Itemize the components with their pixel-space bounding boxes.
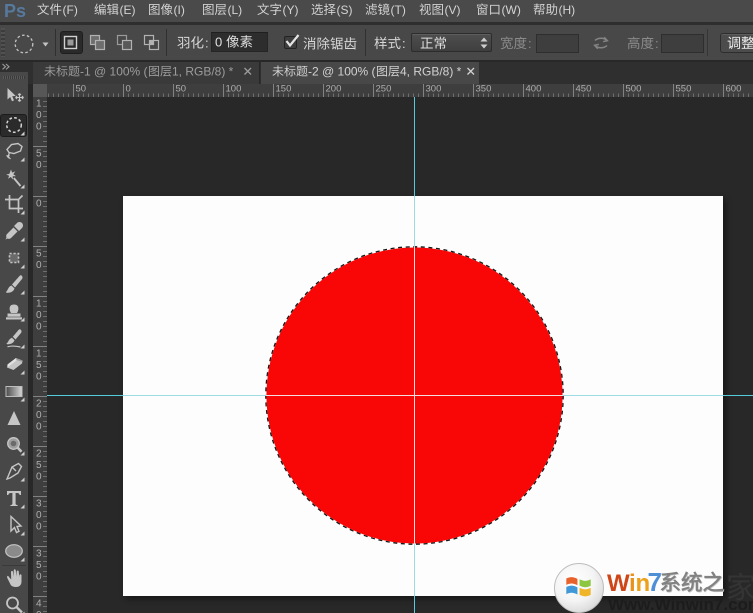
svg-text:350: 350 — [476, 84, 492, 95]
svg-text:1: 1 — [36, 299, 42, 310]
svg-text:250: 250 — [376, 84, 392, 95]
svg-text:5: 5 — [36, 460, 42, 471]
svg-text:4, RGB/8) *: 4, RGB/8) * — [400, 65, 462, 79]
svg-text:5: 5 — [36, 249, 42, 260]
svg-text:W: W — [607, 570, 630, 597]
svg-text::: : — [528, 36, 532, 51]
svg-text:3: 3 — [36, 549, 42, 560]
svg-text:0: 0 — [36, 122, 42, 133]
svg-text:2: 2 — [36, 449, 42, 460]
svg-text:4: 4 — [36, 599, 42, 610]
svg-text:0: 0 — [36, 422, 42, 433]
svg-text:500: 500 — [626, 84, 642, 95]
svg-text:0: 0 — [36, 572, 42, 583]
svg-text:600: 600 — [726, 84, 742, 95]
svg-text:(S): (S) — [337, 3, 353, 17]
svg-text:50: 50 — [76, 84, 87, 95]
svg-text:(I): (I) — [174, 3, 185, 17]
svg-text:300: 300 — [426, 84, 442, 95]
svg-text:0: 0 — [36, 372, 42, 383]
svg-text:100: 100 — [226, 84, 242, 95]
svg-text:1: 1 — [36, 99, 42, 110]
svg-text:550: 550 — [676, 84, 692, 95]
svg-text:-2 @ 100% (: -2 @ 100% ( — [308, 65, 376, 79]
svg-text:0: 0 — [36, 260, 42, 271]
svg-text:0: 0 — [126, 84, 131, 95]
svg-text:200: 200 — [326, 84, 342, 95]
svg-text:1, RGB/8) *: 1, RGB/8) * — [172, 65, 234, 79]
svg-text::: : — [205, 36, 209, 51]
svg-text:150: 150 — [276, 84, 292, 95]
svg-text:0: 0 — [36, 160, 42, 171]
svg-text::: : — [402, 36, 406, 51]
svg-text:-1 @ 100% (: -1 @ 100% ( — [80, 65, 148, 79]
svg-text:50: 50 — [176, 84, 187, 95]
svg-text:0: 0 — [36, 410, 42, 421]
svg-text:(W): (W) — [502, 3, 521, 17]
svg-text:1: 1 — [36, 349, 42, 360]
svg-text:(L): (L) — [228, 3, 243, 17]
svg-text:Www.Winwin7.com: Www.Winwin7.com — [608, 595, 753, 613]
svg-text:0: 0 — [36, 322, 42, 333]
svg-text:2: 2 — [36, 399, 42, 410]
svg-text:0: 0 — [36, 510, 42, 521]
svg-text:450: 450 — [576, 84, 592, 95]
svg-text:7: 7 — [648, 567, 662, 597]
svg-text:(T): (T) — [391, 3, 406, 17]
svg-text:3: 3 — [36, 499, 42, 510]
svg-text:5: 5 — [36, 360, 42, 371]
svg-text::: : — [655, 36, 659, 51]
svg-text:400: 400 — [526, 84, 542, 95]
svg-text:0: 0 — [215, 35, 222, 50]
svg-text:0: 0 — [36, 522, 42, 533]
svg-text:5: 5 — [36, 560, 42, 571]
svg-text:(F): (F) — [63, 3, 78, 17]
svg-text:0: 0 — [36, 199, 42, 210]
svg-text:(V): (V) — [445, 3, 461, 17]
svg-text:0: 0 — [36, 110, 42, 121]
svg-text:(E): (E) — [120, 3, 136, 17]
svg-text:(H): (H) — [559, 3, 576, 17]
svg-text:5: 5 — [36, 149, 42, 160]
svg-text:0: 0 — [36, 310, 42, 321]
svg-text:(Y): (Y) — [283, 3, 299, 17]
svg-text:0: 0 — [36, 472, 42, 483]
